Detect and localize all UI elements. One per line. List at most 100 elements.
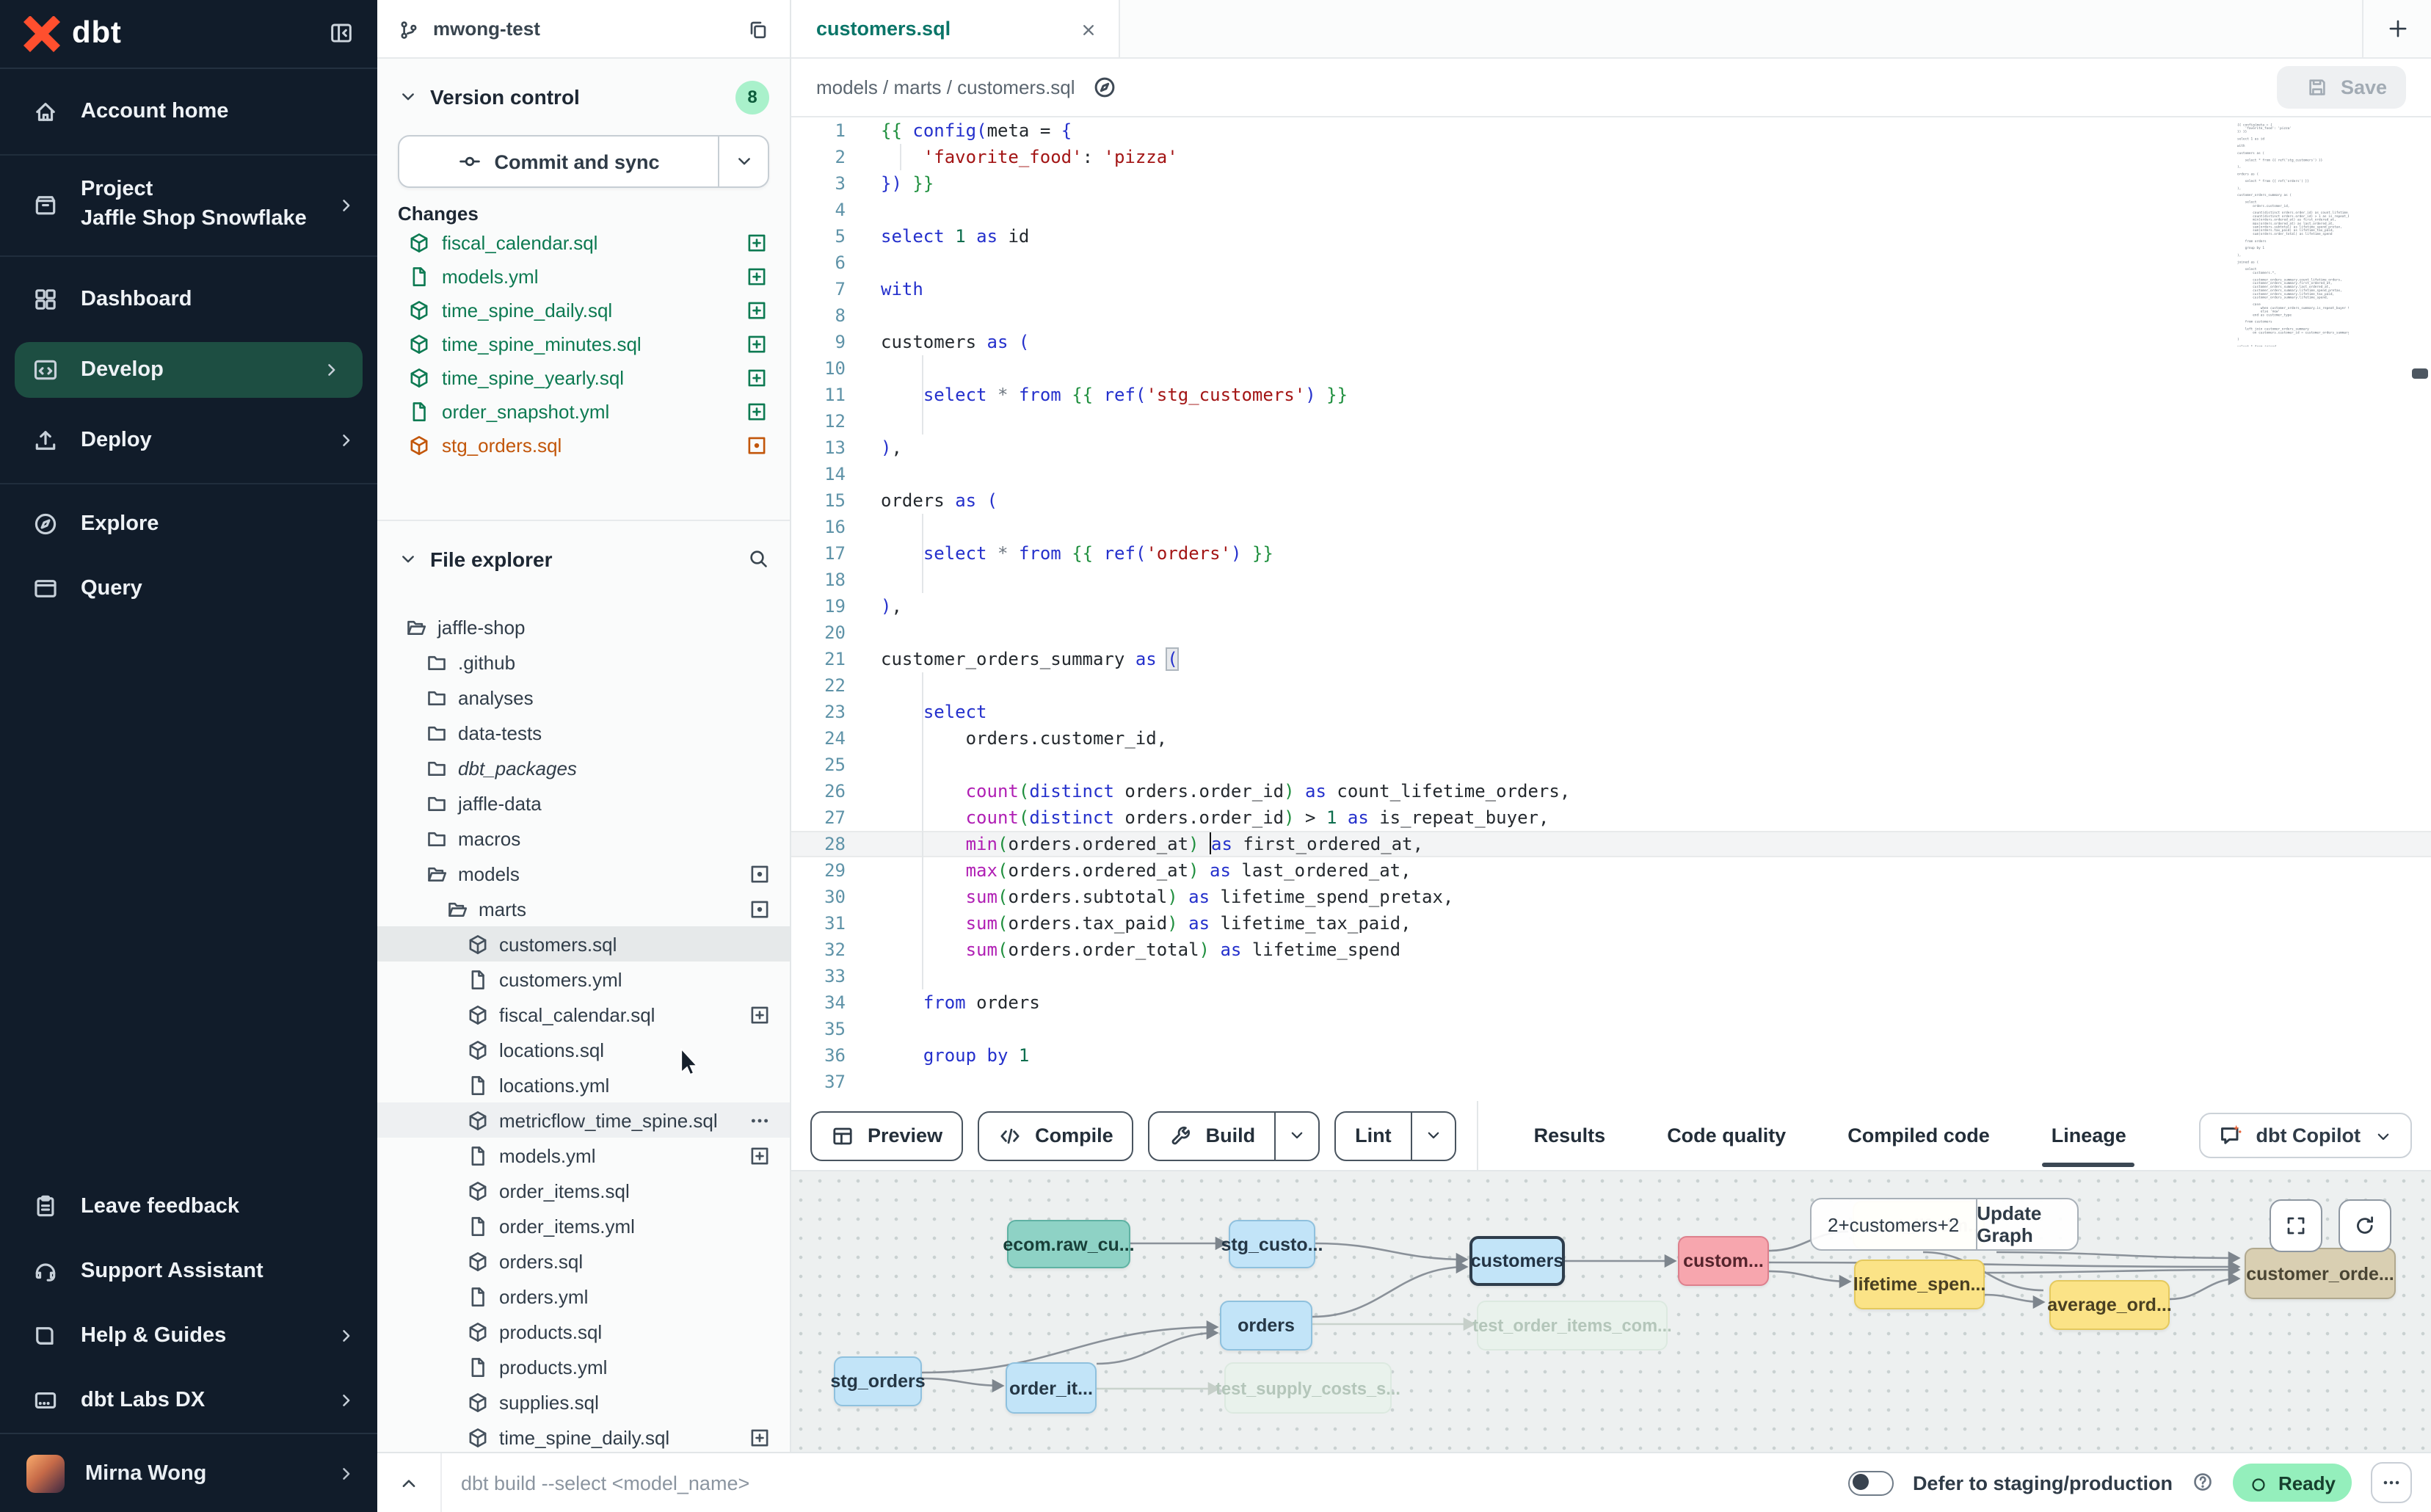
preview-button[interactable]: Preview [810, 1111, 963, 1160]
tree-item-customers-yml[interactable]: customers.yml [377, 962, 790, 997]
tree-item-github[interactable]: .github [377, 644, 790, 680]
tab-code-quality[interactable]: Code quality [1667, 1101, 1786, 1170]
sidebar-item-dbt-labs-dx[interactable]: dbt Labs DX [0, 1368, 377, 1433]
code-line-29: 29 max(orders.ordered_at) as last_ordere… [791, 857, 2431, 884]
chevron-down-icon [2374, 1124, 2393, 1146]
sidebar-item-explore[interactable]: Explore [0, 492, 377, 556]
tree-item-models-yml[interactable]: models.yml [377, 1138, 790, 1173]
tab-lineage[interactable]: Lineage [2052, 1101, 2126, 1170]
tree-item-supplies-sql[interactable]: supplies.sql [377, 1384, 790, 1420]
new-tab-button[interactable] [2363, 0, 2431, 57]
tree-item-time-spine-daily-sql[interactable]: time_spine_daily.sql [377, 1420, 790, 1452]
help-icon[interactable] [2192, 1469, 2214, 1496]
lineage-node-customers[interactable]: customers [1469, 1236, 1565, 1286]
lint-dropdown-chevron [1411, 1112, 1455, 1159]
save-button-label: Save [2341, 76, 2387, 98]
lineage-node-customers-downstream[interactable]: custom... [1678, 1236, 1769, 1286]
sidebar-item-dashboard[interactable]: Dashboard [0, 264, 377, 335]
tree-item-products-sql[interactable]: products.sql [377, 1314, 790, 1349]
tree-item-marts[interactable]: marts [377, 891, 790, 926]
code-line-9: 9customers as ( [791, 329, 2431, 355]
fullscreen-icon[interactable] [2270, 1199, 2322, 1252]
tree-item-analyses[interactable]: analyses [377, 680, 790, 715]
code-line-21: 21customer_orders_summary as ( [791, 646, 2431, 672]
sidebar-item-account-home[interactable]: Account home [0, 76, 377, 147]
tree-item-order-items-sql[interactable]: order_items.sql [377, 1173, 790, 1208]
close-icon[interactable] [1079, 18, 1098, 40]
lineage-node-stg-customers[interactable]: stg_custo... [1229, 1220, 1315, 1268]
tree-item-data-tests[interactable]: data-tests [377, 715, 790, 750]
lineage-panel[interactable]: ecom.raw_cu... stg_custo... customers custo… [791, 1171, 2431, 1458]
sidebar-nav: Account home ProjectJaffle Shop Snowflake… [0, 69, 377, 628]
lineage-node-order-items[interactable]: order_it... [1006, 1362, 1097, 1414]
version-control-header[interactable]: Version control 8 [398, 76, 769, 117]
tab-customers-sql[interactable]: customers.sql [791, 0, 1120, 57]
command-input[interactable]: dbt build --select <model_name> [442, 1472, 1848, 1494]
tree-item-models[interactable]: models [377, 856, 790, 891]
lineage-node-customer-orders[interactable]: customer_orde... [2245, 1248, 2396, 1299]
plus-badge-icon [746, 367, 768, 389]
more-options-button[interactable] [2371, 1462, 2412, 1503]
sidebar-item-deploy[interactable]: Deploy [0, 405, 377, 476]
commit-and-sync-button[interactable]: Commit and sync [398, 135, 769, 188]
sidebar-item-develop[interactable]: Develop [15, 342, 363, 398]
lineage-node-test-order-items[interactable]: test_order_items_com... [1477, 1301, 1668, 1351]
build-button[interactable]: Build [1149, 1111, 1320, 1160]
user-menu[interactable]: Mirna Wong [0, 1433, 377, 1512]
code-line-18: 18 [791, 567, 2431, 593]
version-control-section: Version control 8 Commit and sync Change… [377, 59, 790, 521]
change-row-stg-orders-sql[interactable]: stg_orders.sql [377, 429, 790, 462]
tree-item-customers-sql[interactable]: customers.sql [377, 926, 790, 962]
chevron-up-icon[interactable] [377, 1453, 442, 1512]
tree-item-order-items-yml[interactable]: order_items.yml [377, 1208, 790, 1243]
sidebar-item-help-guides[interactable]: Help & Guides [0, 1304, 377, 1368]
tab-results[interactable]: Results [1534, 1101, 1606, 1170]
change-row-time-spine-yearly-sql[interactable]: time_spine_yearly.sql [377, 361, 790, 395]
tree-item-products-yml[interactable]: products.yml [377, 1349, 790, 1384]
sidebar-logo-row: dbt [0, 0, 377, 69]
change-row-time-spine-daily-sql[interactable]: time_spine_daily.sql [377, 294, 790, 327]
tree-item-jaffle-shop[interactable]: jaffle-shop [377, 609, 790, 644]
sidebar-item-support-assistant[interactable]: Support Assistant [0, 1239, 377, 1304]
code-editor[interactable]: 1{{ config(meta = {2 'favorite_food': 'p… [791, 117, 2431, 1101]
change-row-time-spine-minutes-sql[interactable]: time_spine_minutes.sql [377, 327, 790, 361]
change-row-fiscal-calendar-sql[interactable]: fiscal_calendar.sql [377, 226, 790, 260]
tree-item-fiscal-calendar-sql[interactable]: fiscal_calendar.sql [377, 997, 790, 1032]
sidebar-item-query[interactable]: Query [0, 556, 377, 621]
search-icon[interactable] [747, 546, 769, 573]
update-graph-button[interactable]: Update Graph [1977, 1199, 2077, 1249]
sidebar-item-leave-feedback[interactable]: Leave feedback [0, 1174, 377, 1239]
tab-compiled-code[interactable]: Compiled code [1847, 1101, 1990, 1170]
dbt-copilot-button[interactable]: dbt Copilot [2199, 1113, 2412, 1158]
tree-item-orders-yml[interactable]: orders.yml [377, 1279, 790, 1314]
file-explorer-header[interactable]: File explorer [398, 539, 769, 580]
branch-name: mwong-test [433, 18, 540, 40]
change-row-models-yml[interactable]: models.yml [377, 260, 790, 294]
lineage-node-stg-orders[interactable]: stg_orders [834, 1356, 922, 1406]
code-line-26: 26 count(distinct orders.order_id) as co… [791, 778, 2431, 804]
save-button[interactable]: Save [2278, 66, 2406, 109]
lineage-node-average-order[interactable]: average_ord... [2049, 1280, 2170, 1330]
sidebar-collapse-icon[interactable] [329, 21, 354, 47]
commit-options-chevron[interactable] [718, 137, 768, 186]
tree-item-locations-yml[interactable]: locations.yml [377, 1067, 790, 1102]
lineage-node-orders[interactable]: orders [1220, 1301, 1312, 1351]
tree-item-metricflow-time-spine-sql[interactable]: metricflow_time_spine.sql [377, 1102, 790, 1138]
lineage-selector-input[interactable]: 2+customers+2 [1812, 1199, 1977, 1249]
copy-icon[interactable] [747, 17, 769, 40]
lineage-node-test-supply-costs[interactable]: test_supply_costs_s... [1224, 1362, 1392, 1414]
tree-item-locations-sql[interactable]: locations.sql [377, 1032, 790, 1067]
lint-button[interactable]: Lint [1334, 1111, 1456, 1160]
tree-item-jaffle-data[interactable]: jaffle-data [377, 785, 790, 821]
tree-item-orders-sql[interactable]: orders.sql [377, 1243, 790, 1279]
change-row-order-snapshot-yml[interactable]: order_snapshot.yml [377, 395, 790, 429]
lineage-node-lifetime-spend[interactable]: lifetime_spen... [1854, 1260, 1985, 1309]
tree-item-macros[interactable]: macros [377, 821, 790, 856]
tree-item-dbt-packages[interactable]: dbt_packages [377, 750, 790, 785]
sidebar-item-project[interactable]: ProjectJaffle Shop Snowflake [0, 163, 377, 248]
lineage-node-ecom-raw-customers[interactable]: ecom.raw_cu... [1007, 1220, 1130, 1268]
refresh-icon[interactable] [2339, 1199, 2391, 1252]
defer-toggle[interactable] [1848, 1470, 1894, 1495]
compass-icon[interactable] [1083, 75, 1118, 100]
compile-button[interactable]: Compile [978, 1111, 1134, 1160]
